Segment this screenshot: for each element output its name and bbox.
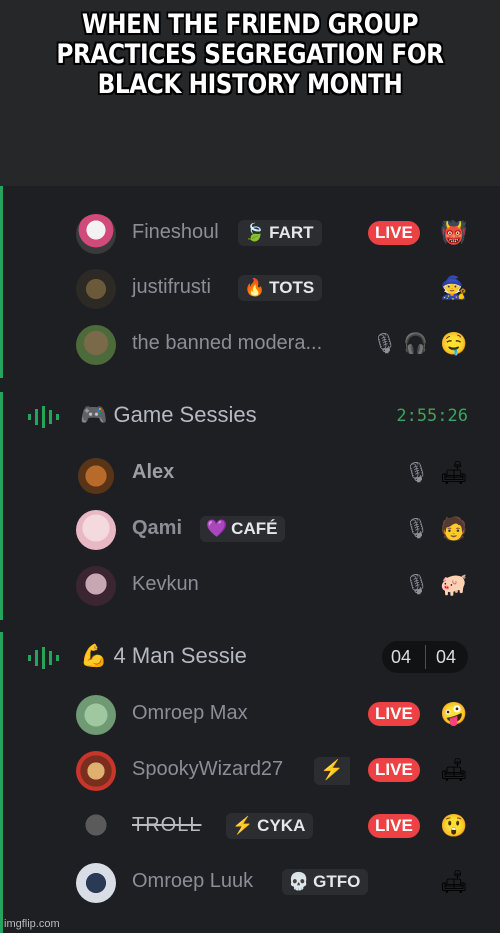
avatar [76, 566, 116, 606]
lightning-icon: ⚡ [314, 757, 350, 785]
channel-title: 💪 4 Man Sessie [80, 643, 247, 668]
server-tag: 🔥 TOTS [238, 275, 323, 301]
voice-channel-header[interactable]: 💪 4 Man Sessie 04 04 [0, 637, 500, 677]
avatar [76, 510, 116, 550]
avatar [76, 214, 116, 254]
member-name: Alex [132, 461, 175, 483]
voice-activity-icon [28, 406, 59, 428]
voice-member-row[interactable]: Qami 💜 CAFÉ 🎙 🧑 [0, 507, 500, 553]
pig-icon: 🐖 [440, 572, 468, 597]
voice-member-row[interactable]: justifrusti 🔥 TOTS 🧙 [0, 266, 500, 312]
server-tag: 💀 GTFO [282, 869, 369, 895]
voice-member-row[interactable]: TROLL ⚡ CYKA LIVE 😲 [0, 804, 500, 850]
muted-icon: 🎙 [404, 574, 430, 596]
couch-icon: 🛋 [440, 757, 468, 782]
couch-icon: 🛋 [440, 460, 468, 485]
avatar [76, 269, 116, 309]
status-emoji-icon: 🧑 [440, 516, 468, 541]
server-tag: 🍃 FART [238, 220, 322, 246]
status-emoji-icon: 🤤 [440, 331, 468, 356]
voice-channel-header[interactable]: 🎮 Game Sessies 2:55:26 [0, 396, 500, 436]
member-name: Kevkun [132, 573, 199, 595]
avatar [76, 751, 116, 791]
status-emoji-icon: 🤪 [440, 701, 468, 726]
voice-member-row[interactable]: Omroep Max LIVE 🤪 [0, 692, 500, 738]
avatar [76, 863, 116, 903]
purple-heart-icon: 💜 [206, 519, 228, 538]
avatar [76, 807, 116, 847]
gamepad-icon: 🎮 [80, 402, 108, 427]
voice-member-row[interactable]: the banned modera... 🎙 🎧 🤤 [0, 322, 500, 368]
voice-member-row[interactable]: SpookyWizard27 ⚡ LIVE 🛋 [0, 748, 500, 794]
meme-caption: WHEN THE FRIEND GROUP PRACTICES SEGREGAT… [56, 9, 444, 100]
voice-member-row[interactable]: Kevkun 🎙 🐖 [0, 563, 500, 609]
fire-icon: 🔥 [244, 278, 266, 297]
live-badge: LIVE [368, 702, 420, 726]
voice-member-row[interactable]: Omroep Luuk 💀 GTFO 🛋 [0, 860, 500, 906]
live-badge: LIVE [368, 758, 420, 782]
channel-title: 🎮 Game Sessies [80, 402, 257, 427]
member-name: TROLL [132, 814, 202, 836]
member-name: the banned modera... [132, 332, 323, 354]
member-name: Omroep Max [132, 702, 248, 724]
couch-icon: 🛋 [440, 869, 468, 894]
member-name: Fineshoul [132, 221, 219, 243]
member-name: justifrusti [132, 276, 211, 298]
status-emoji-icon: 👹 [440, 220, 468, 245]
member-name: SpookyWizard27 [132, 758, 284, 780]
avatar [76, 695, 116, 735]
avatar [76, 325, 116, 365]
skull-icon: 💀 [288, 872, 310, 891]
voice-activity-icon [28, 647, 59, 669]
voice-member-row[interactable]: Fineshoul 🍃 FART LIVE 👹 [0, 211, 500, 257]
server-tag: ⚡ CYKA [226, 813, 314, 839]
status-emoji-icon: 🧙 [440, 275, 468, 300]
member-name: Qami [132, 517, 183, 539]
muted-icon: 🎙 [404, 462, 430, 484]
user-limit-counter: 04 04 [382, 641, 468, 673]
imgflip-watermark: imgflip.com [4, 918, 60, 930]
leaf-icon: 🍃 [244, 223, 266, 242]
member-name: Omroep Luuk [132, 870, 254, 892]
meme-caption-area: WHEN THE FRIEND GROUP PRACTICES SEGREGAT… [0, 0, 500, 186]
muted-icon: 🎙 [404, 518, 430, 540]
lightning-icon: ⚡ [232, 816, 254, 835]
discord-voice-list: Fineshoul 🍃 FART LIVE 👹 justifrusti 🔥 TOTS… [0, 186, 500, 933]
session-timer: 2:55:26 [396, 406, 468, 426]
status-emoji-icon: 😲 [440, 813, 468, 838]
voice-member-row[interactable]: Alex 🎙 🛋 [0, 451, 500, 497]
live-badge: LIVE [368, 814, 420, 838]
flexed-arm-icon: 💪 [80, 643, 108, 668]
muted-deafened-icon: 🎙 🎧 [372, 333, 428, 355]
avatar [76, 454, 116, 494]
live-badge: LIVE [368, 221, 420, 245]
server-tag: 💜 CAFÉ [200, 516, 286, 542]
